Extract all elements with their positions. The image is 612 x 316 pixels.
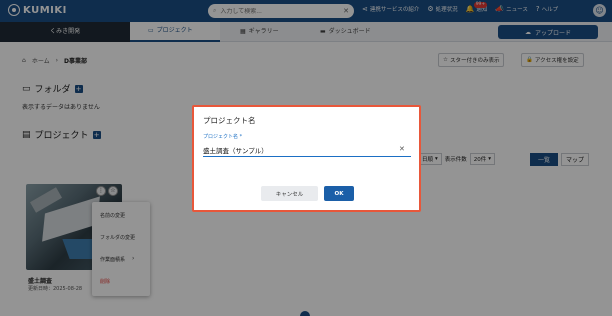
project-name-field-label: プロジェクト名 * (203, 134, 243, 140)
clear-icon[interactable]: ✕ (399, 145, 405, 153)
ok-button[interactable]: OK (324, 186, 354, 201)
dialog-title: プロジェクト名 (203, 116, 256, 125)
project-name-dialog: プロジェクト名 プロジェクト名 * ✕ キャンセル OK (192, 105, 421, 212)
cancel-button[interactable]: キャンセル (261, 186, 318, 201)
project-name-input[interactable] (203, 143, 411, 157)
